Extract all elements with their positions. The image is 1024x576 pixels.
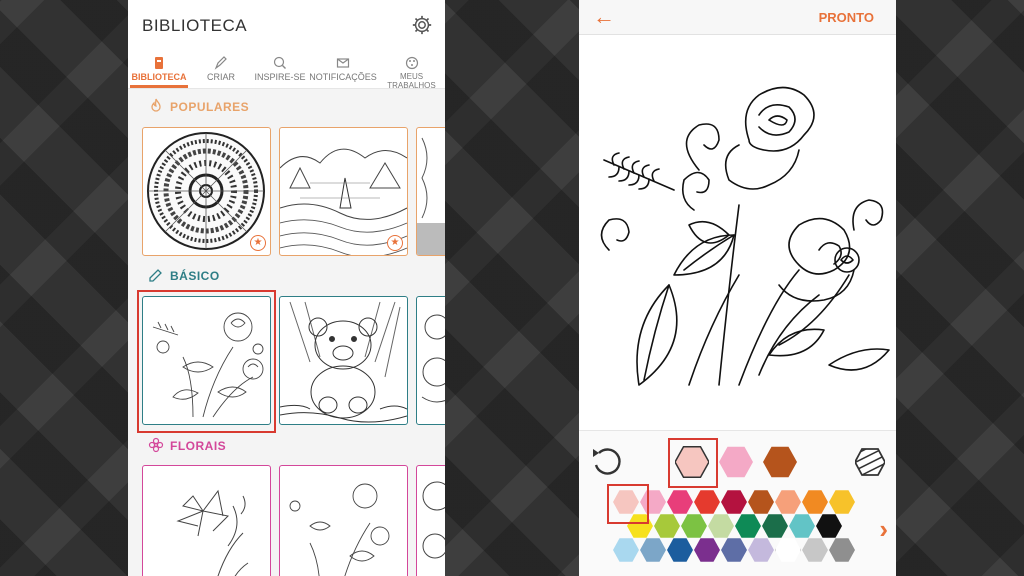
page-title: BIBLIOTECA [142, 16, 248, 35]
palette-color-swatch[interactable] [748, 490, 774, 514]
tab-label: NOTIFICAÇÕES [309, 72, 377, 82]
palette-color-swatch[interactable] [721, 538, 747, 562]
striped-hex-icon[interactable] [855, 447, 885, 477]
artwork-thumbnail-partial[interactable] [416, 296, 445, 425]
artwork-thumbnail-mandala[interactable]: ★ [142, 127, 271, 256]
flame-icon [151, 98, 161, 112]
palette-color-swatch[interactable] [789, 514, 815, 538]
palette-color-swatch[interactable] [708, 514, 734, 538]
section-title-basico: BÁSICO [170, 269, 220, 283]
tab-label: MEUS TRABALHOS [387, 72, 436, 90]
palette-color-swatch[interactable] [640, 538, 666, 562]
undo-icon[interactable] [589, 443, 625, 479]
palette-color-swatch[interactable] [748, 538, 774, 562]
palette-color-swatch[interactable] [667, 538, 693, 562]
palette-color-swatch[interactable] [613, 538, 639, 562]
palette-color-swatch[interactable] [667, 490, 693, 514]
editor-header: ← PRONTO [579, 0, 896, 35]
palette-icon [405, 56, 418, 70]
library-header: BIBLIOTECA [128, 0, 445, 52]
next-palette-chevron-icon[interactable]: › [879, 514, 888, 545]
recent-color-swatch[interactable] [763, 446, 797, 478]
library-screen: BIBLIOTECA BIBLIOTECA CRIAR INSPIRE-SE N… [128, 0, 445, 576]
premium-star-badge: ★ [387, 235, 403, 251]
palette-color-swatch[interactable] [775, 538, 801, 562]
tab-inspire[interactable]: INSPIRE-SE [252, 52, 308, 88]
artwork-thumbnail-landscape[interactable]: ★ [279, 127, 408, 256]
section-title-florais: FLORAIS [170, 439, 227, 453]
palette-color-swatch[interactable] [802, 490, 828, 514]
tab-label: BIBLIOTECA [131, 72, 187, 82]
palette-color-swatch[interactable] [816, 514, 842, 538]
rose-line-art [600, 86, 890, 386]
palette-color-swatch[interactable] [762, 514, 788, 538]
tab-label: INSPIRE-SE [254, 72, 306, 82]
coloring-canvas[interactable] [579, 35, 896, 430]
tab-criar[interactable]: CRIAR [190, 52, 252, 88]
palette-color-swatch[interactable] [829, 538, 855, 562]
selected-hex-outline [674, 445, 710, 479]
search-heart-icon [273, 56, 286, 69]
artwork-thumbnail-partial[interactable] [416, 465, 445, 576]
palette-color-swatch[interactable] [829, 490, 855, 514]
artwork-thumbnail-partial[interactable] [416, 127, 445, 256]
selected-palette-highlight [607, 484, 649, 524]
tab-notificacoes[interactable]: NOTIFICAÇÕES [308, 52, 378, 88]
palette-color-swatch[interactable] [775, 490, 801, 514]
palette-color-swatch[interactable] [681, 514, 707, 538]
panda-illustration [280, 301, 407, 423]
artwork-thumbnail-lily[interactable] [142, 465, 271, 576]
palette-color-swatch[interactable] [802, 538, 828, 562]
pencil-icon [214, 56, 227, 70]
done-button[interactable]: PRONTO [819, 10, 874, 25]
back-arrow-icon[interactable]: ← [593, 6, 615, 28]
lily-illustration [176, 489, 249, 576]
palette-color-swatch[interactable] [735, 514, 761, 538]
tab-meus-trabalhos[interactable]: MEUS TRABALHOS [378, 52, 445, 90]
tab-biblioteca[interactable]: BIBLIOTECA [128, 52, 190, 88]
color-palette-panel: › [579, 430, 896, 576]
partial-illustration [421, 314, 445, 403]
tab-label: CRIAR [206, 72, 235, 82]
partial-illustration [422, 481, 445, 559]
selection-highlight [137, 290, 276, 433]
palette-color-swatch[interactable] [654, 514, 680, 538]
gear-icon[interactable] [411, 14, 433, 36]
envelope-icon [336, 58, 350, 68]
section-title-populares: POPULARES [170, 100, 250, 114]
palette-color-swatch[interactable] [694, 490, 720, 514]
mandala-illustration [147, 132, 265, 250]
book-icon [155, 57, 163, 69]
recent-color-swatch[interactable] [719, 446, 753, 478]
coloring-editor-screen: ← PRONTO › [579, 0, 896, 576]
tab-bar: BIBLIOTECA CRIAR INSPIRE-SE NOTIFICAÇÕES… [128, 52, 445, 90]
palette-color-swatch[interactable] [694, 538, 720, 562]
palette-color-swatch[interactable] [721, 490, 747, 514]
artwork-thumbnail-roses-floral[interactable] [279, 465, 408, 576]
roses-floral-illustration [289, 483, 390, 576]
landscape-illustration [280, 148, 407, 255]
partial-illustration [417, 137, 445, 255]
flower-icon [148, 437, 164, 453]
crayon-icon [149, 269, 162, 282]
artwork-thumbnail-bear[interactable] [279, 296, 408, 425]
premium-star-badge: ★ [250, 235, 266, 251]
